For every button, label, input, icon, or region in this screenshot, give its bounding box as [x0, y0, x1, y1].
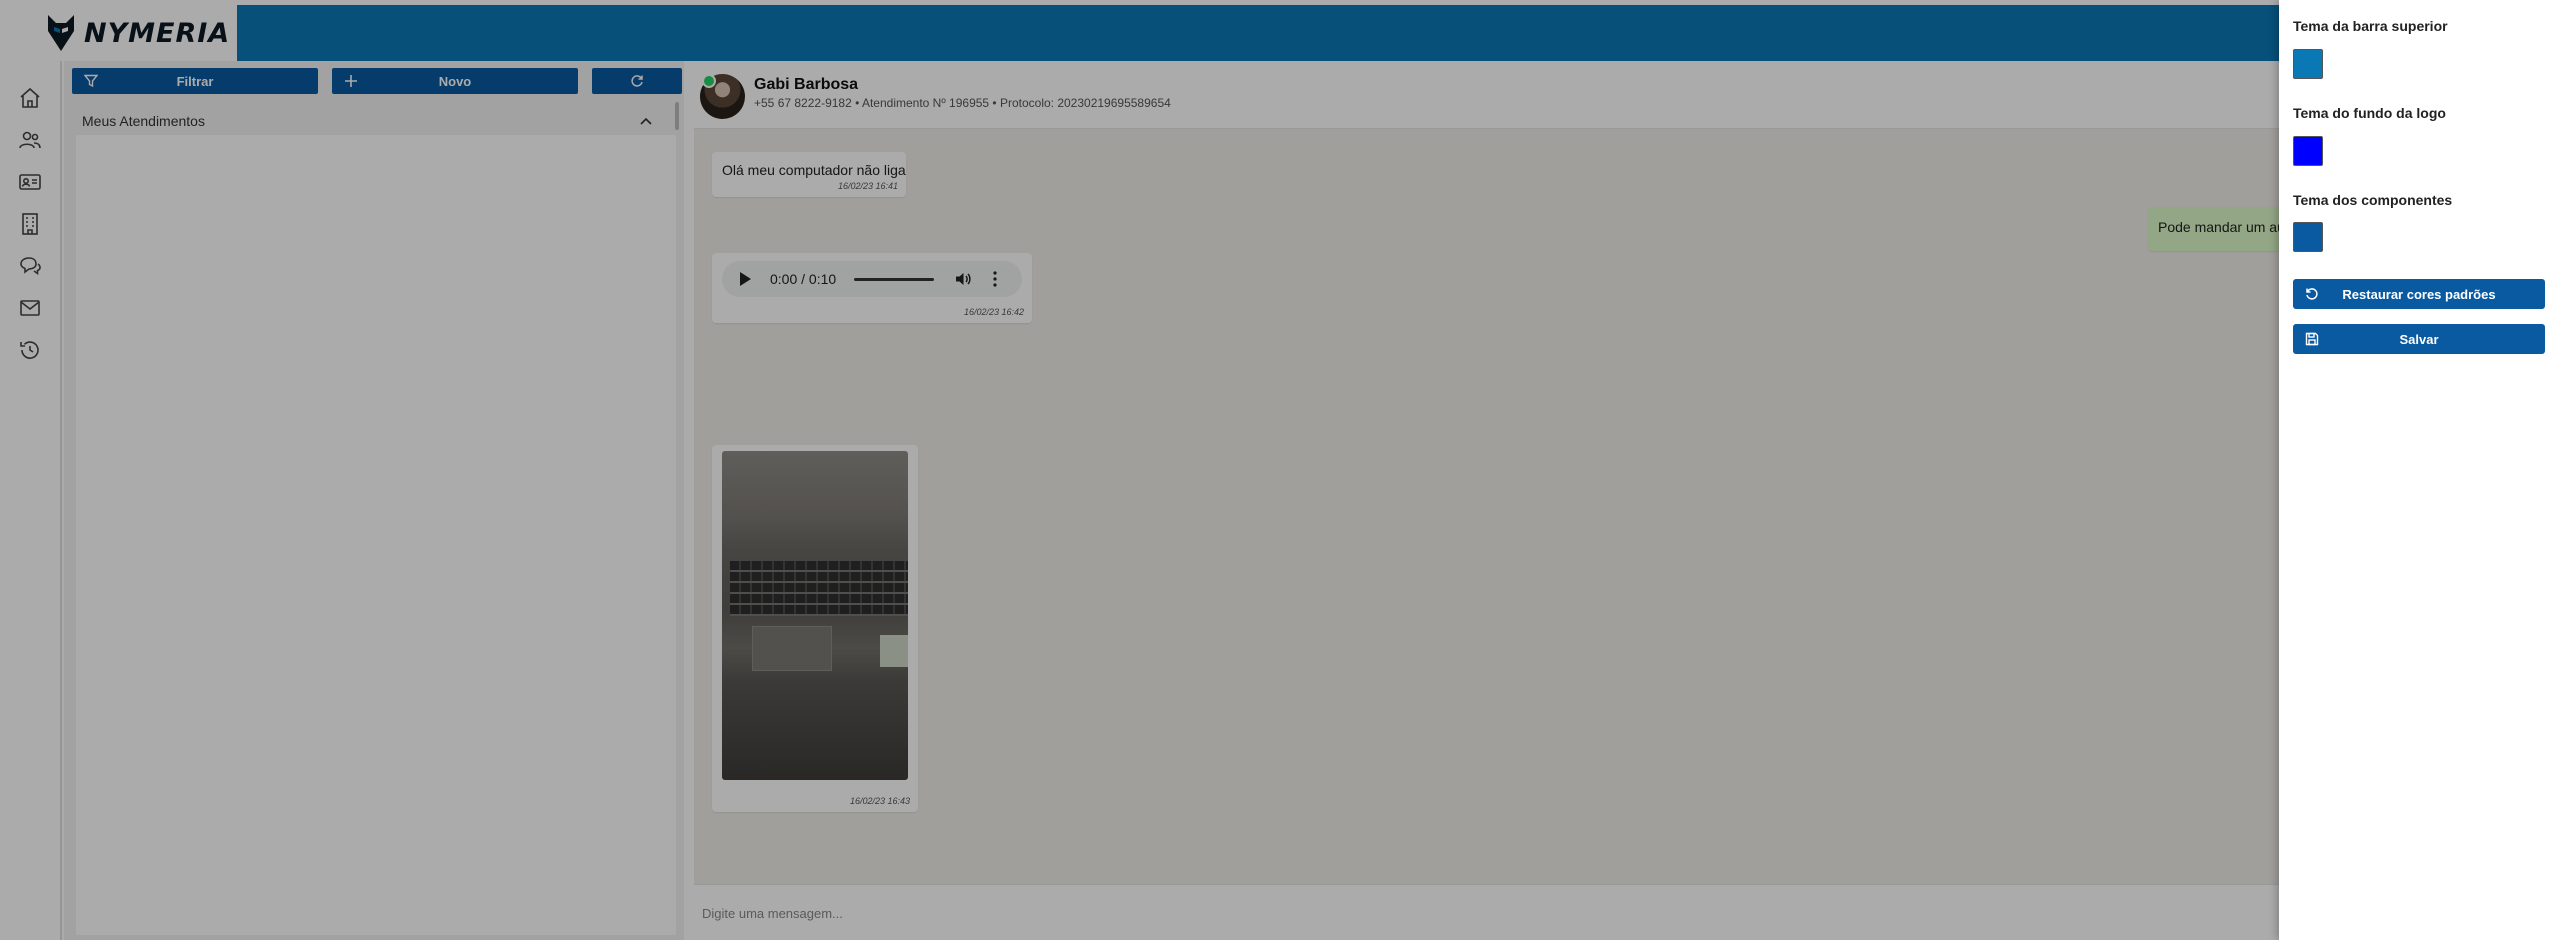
components-color-swatch[interactable]: [2293, 222, 2323, 252]
theme-drawer: Tema da barra superior Tema do fundo da …: [2279, 0, 2558, 940]
refresh-icon: [2306, 288, 2318, 300]
restore-defaults-button[interactable]: Restaurar cores padrões: [2293, 279, 2545, 309]
components-theme-label: Tema dos componentes: [2293, 192, 2453, 208]
save-button-label: Salvar: [2399, 331, 2439, 347]
logo-bg-theme-label: Tema do fundo da logo: [2293, 105, 2446, 121]
logo-bg-color-swatch[interactable]: [2293, 136, 2323, 166]
save-button[interactable]: Salvar: [2293, 324, 2545, 354]
topbar-color-swatch[interactable]: [2293, 49, 2323, 79]
modal-backdrop[interactable]: [0, 0, 2558, 940]
topbar-theme-label: Tema da barra superior: [2293, 18, 2448, 34]
restore-defaults-label: Restaurar cores padrões: [2342, 286, 2496, 302]
save-icon: [2305, 332, 2319, 346]
